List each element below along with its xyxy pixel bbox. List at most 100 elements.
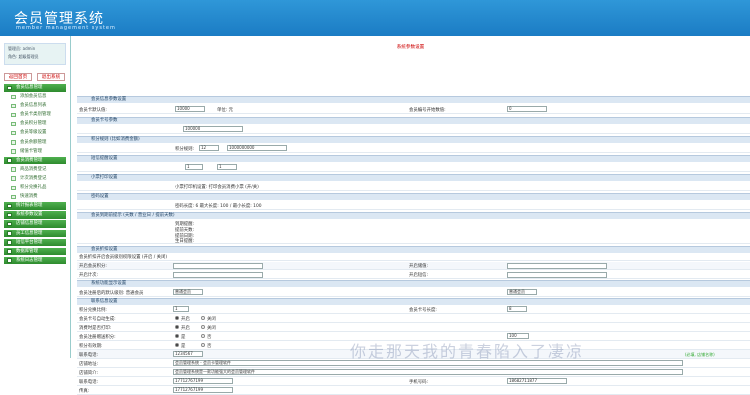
page-icon	[11, 94, 16, 100]
sidebar-item[interactable]: 会员等级设置	[4, 129, 66, 137]
field-label: 积分有效期:	[79, 344, 103, 349]
text-input[interactable]	[173, 272, 263, 278]
sidebar-item-shop[interactable]: 店铺信息管理	[4, 220, 66, 228]
sidebar-item[interactable]: 会员余额管理	[4, 138, 66, 147]
folder-icon	[7, 231, 12, 236]
card-default-input[interactable]: 10000	[175, 106, 205, 112]
main-content: 系统参数设置 会员信息参数设置 会员卡默认值: 10000 单位: 元 会员编号…	[71, 36, 750, 395]
text-input[interactable]	[507, 263, 607, 269]
page-icon	[11, 130, 16, 136]
section-header: 会员卡号参数	[77, 117, 750, 124]
radio-on[interactable]	[175, 334, 179, 338]
sidebar-item[interactable]: 计次消费登记	[4, 174, 66, 183]
section-header: 会员信息参数设置	[77, 96, 750, 103]
field-label: 积分兑换比例:	[79, 308, 107, 313]
tab-home[interactable]: 返回首页	[4, 73, 32, 81]
text-input[interactable]	[173, 263, 263, 269]
form-row: 会员卡号自动生成: 开启 关闭	[77, 314, 750, 323]
text-input[interactable]: 1	[173, 306, 189, 312]
sidebar-item[interactable]: 积分兑换礼品	[4, 184, 66, 192]
sidebar-item-label: 会员消费管理	[16, 157, 43, 163]
sidebar-item-log[interactable]: 系统日志管理	[4, 256, 66, 265]
section-header: 密码设置	[77, 193, 750, 200]
intro-input[interactable]: 会员管理系统是一款功能强大的会员管理软件	[173, 369, 683, 375]
folder-icon	[7, 221, 12, 227]
radio-label: 是	[181, 335, 186, 340]
sidebar-item[interactable]: 添加会员信息	[4, 93, 66, 101]
field-label: 开启储值:	[409, 264, 429, 269]
field-label: 联系电话:	[79, 353, 99, 358]
mobile-input[interactable]: 18682711877	[507, 378, 567, 384]
sidebar-tabs: 返回首页 退出系统	[4, 73, 66, 81]
sidebar-menu: 会员信息管理 添加会员信息 会员信息列表 会员卡类别管理 会员积分管理 会员等级…	[4, 84, 66, 266]
sidebar-item-report[interactable]: 统计报表管理	[4, 202, 66, 210]
user-info-box: 管理员: admin 角色: 超级管理员	[4, 43, 66, 65]
radio-label: 否	[207, 335, 212, 340]
sidebar-item-sms[interactable]: 短信平台管理	[4, 238, 66, 247]
radio-label: 是	[181, 344, 186, 349]
radio-off[interactable]	[201, 343, 205, 347]
field-label: 开启短信:	[409, 273, 429, 278]
select-input[interactable]: 普通会员	[173, 289, 203, 295]
radio-off[interactable]	[201, 334, 205, 338]
sidebar-item[interactable]: 商品消费登记	[4, 165, 66, 174]
field-label: 积分规则:	[175, 147, 195, 152]
sidebar-item-staff[interactable]: 员工信息管理	[4, 229, 66, 237]
sidebar-item-label: 店铺信息管理	[16, 221, 43, 227]
field-label: 店铺简介:	[79, 371, 99, 376]
points-rule-input[interactable]: 12	[199, 145, 219, 151]
radio-off[interactable]	[201, 325, 205, 329]
sidebar-item-consume[interactable]: 会员消费管理	[4, 156, 66, 165]
sidebar-item[interactable]: 会员卡类别管理	[4, 111, 66, 119]
sidebar-item-label: 统计报表管理	[16, 203, 43, 209]
sidebar-item-label: 数据库管理	[16, 248, 38, 254]
page-icon	[11, 121, 16, 127]
page-icon	[11, 112, 16, 118]
sms-input-2[interactable]: 1	[217, 164, 237, 170]
page-icon	[11, 194, 16, 200]
form-row: 密码长度: 6 最大长度: 100 / 最小长度: 100	[77, 201, 750, 210]
radio-off[interactable]	[201, 316, 205, 320]
member-no-input[interactable]: 0	[507, 106, 547, 112]
sidebar-item-label: 会员卡类别管理	[20, 112, 51, 118]
form-row: 会员注册后的默认级别: 普通会员 普通会员 普通会员	[77, 288, 750, 297]
sidebar-item-settings[interactable]: 系统参数设置	[4, 211, 66, 219]
text-input[interactable]	[507, 272, 607, 278]
sidebar-item[interactable]: 储值卡管理	[4, 147, 66, 156]
text-input[interactable]: 8	[507, 306, 527, 312]
form-row: 传真: 17712767199	[77, 386, 750, 395]
card-no-input[interactable]: 100000	[183, 126, 243, 132]
sidebar-item-label: 会员等级设置	[20, 130, 47, 136]
user-line: 管理员: admin	[8, 46, 36, 51]
radio-label: 关闭	[207, 317, 216, 322]
field-label: 手机号码:	[409, 380, 429, 385]
text-input[interactable]: 1234567	[173, 351, 203, 357]
watermark-text: 你走那天我的青春陷入了凄凉	[350, 342, 585, 361]
header-banner: 会员管理系统 member management system	[0, 0, 750, 36]
select-input[interactable]: 普通会员	[507, 289, 537, 295]
form-row: 联系电话: 17712767199 手机号码: 18682711877	[77, 377, 750, 386]
sidebar-item-label: 会员积分管理	[20, 121, 47, 127]
radio-on[interactable]	[175, 343, 179, 347]
folder-icon	[7, 258, 12, 263]
sidebar-item[interactable]: 会员信息列表	[4, 102, 66, 110]
field-label: 开启会员积分:	[79, 264, 107, 269]
folder-icon	[7, 203, 12, 209]
page-icon	[11, 140, 16, 145]
sms-input[interactable]: 1	[185, 164, 203, 170]
radio-on[interactable]	[175, 316, 179, 320]
sidebar-item-member-info[interactable]: 会员信息管理	[4, 84, 66, 92]
phone-input[interactable]: 17712767199	[173, 378, 233, 384]
field-label: 会员卡号长度:	[409, 308, 437, 313]
tab-logout[interactable]: 退出系统	[37, 73, 65, 81]
sidebar-item-label: 添加会员信息	[20, 94, 47, 100]
sidebar-item[interactable]: 快速消费	[4, 193, 66, 201]
points-rule-input-2[interactable]: 1000000000	[227, 145, 287, 151]
radio-on[interactable]	[175, 325, 179, 329]
sidebar-item-label: 员工信息管理	[16, 230, 43, 236]
section-header: 会员到期前提示 (天数 / 营业日 / 提前天数)	[77, 212, 750, 219]
user-line: 角色: 超级管理员	[8, 54, 39, 59]
sidebar-item-db[interactable]: 数据库管理	[4, 247, 66, 256]
fax-input[interactable]: 17712767199	[173, 387, 233, 393]
sidebar-item[interactable]: 会员积分管理	[4, 120, 66, 128]
